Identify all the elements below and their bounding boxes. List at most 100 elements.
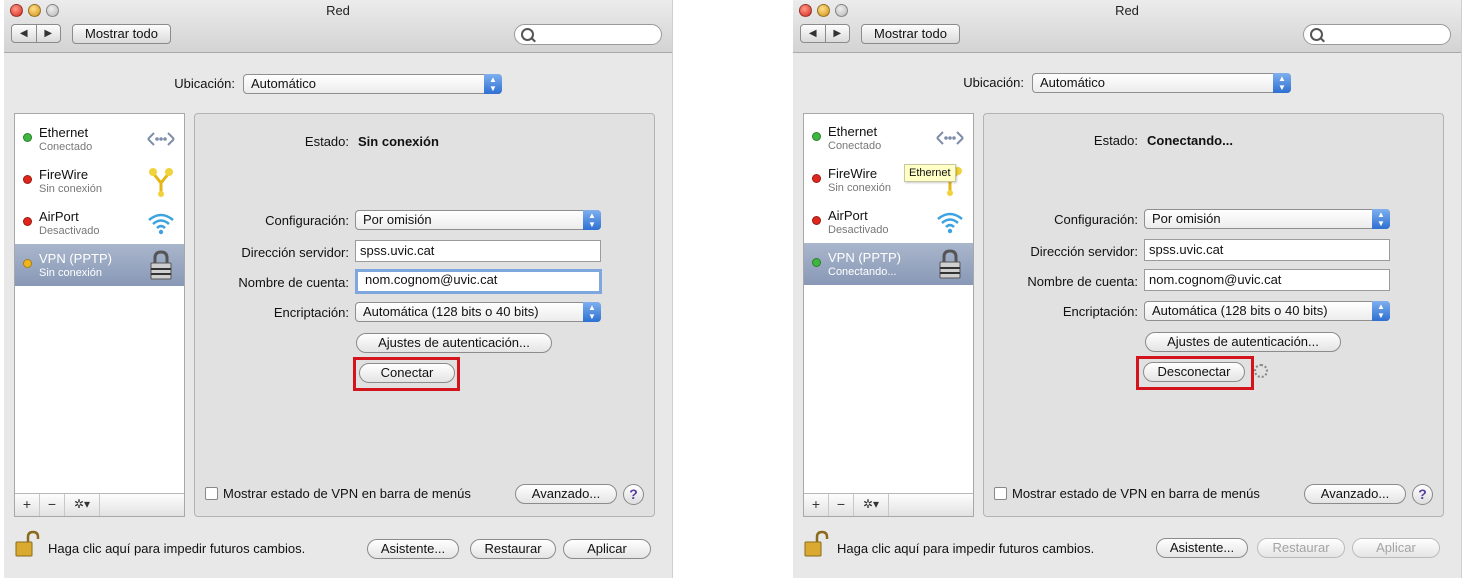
add-service-button[interactable]: +	[15, 494, 40, 516]
gear-icon[interactable]: ✲▾	[854, 494, 889, 516]
popup-arrows-icon: ▲ ▼	[583, 210, 601, 230]
forward-button[interactable]: ▶	[37, 25, 61, 42]
back-button[interactable]: ◀	[12, 25, 37, 42]
authentication-settings-button[interactable]: Ajustes de autenticación...	[356, 333, 552, 353]
popup-arrows-icon: ▲ ▼	[1372, 301, 1390, 321]
configuration-popup[interactable]: Por omisión ▲ ▼	[1144, 209, 1390, 229]
show-vpn-status-label: Mostrar estado de VPN en barra de menús	[1012, 486, 1260, 501]
remove-service-button[interactable]: −	[829, 494, 854, 516]
service-status: Desactivado	[828, 224, 889, 236]
status-label: Estado:	[1093, 133, 1138, 148]
back-forward-buttons: ◀ ▶	[800, 24, 850, 43]
remove-service-button[interactable]: −	[40, 494, 65, 516]
status-dot-red	[812, 216, 821, 225]
show-vpn-status-label: Mostrar estado de VPN en barra de menús	[223, 486, 471, 501]
disconnect-button[interactable]: Desconectar	[1143, 362, 1245, 382]
server-address-field[interactable]: spss.uvic.cat	[1144, 239, 1390, 261]
configuration-value: Por omisión	[363, 212, 432, 227]
status-dot-yellow	[23, 259, 32, 268]
help-button[interactable]: ?	[623, 484, 644, 505]
service-name: VPN (PPTP)	[39, 251, 112, 266]
lock-message: Haga clic aquí para impedir futuros camb…	[837, 541, 1095, 556]
show-vpn-status-checkbox[interactable]	[205, 487, 218, 500]
show-all-button[interactable]: Mostrar todo	[861, 24, 960, 44]
popup-arrows-icon: ▲ ▼	[583, 302, 601, 322]
location-popup[interactable]: Automático ▲ ▼	[1032, 73, 1291, 93]
service-status: Sin conexión	[828, 182, 891, 194]
service-list-toolbar: + − ✲▾	[804, 493, 973, 516]
server-address-label: Dirección servidor:	[1030, 244, 1138, 259]
title-bar: Red ◀ ▶ Mostrar todo	[4, 0, 672, 53]
forward-button[interactable]: ▶	[826, 25, 850, 42]
search-icon	[1310, 28, 1323, 41]
service-firewire[interactable]: FireWire Sin conexión	[15, 160, 184, 202]
status-value: Sin conexión	[358, 134, 439, 149]
add-service-button[interactable]: +	[804, 494, 829, 516]
service-ethernet[interactable]: Ethernet Conectado	[804, 117, 973, 159]
popup-arrows-icon: ▲ ▼	[484, 74, 502, 94]
account-name-field[interactable]: nom.cognom@uvic.cat	[355, 269, 602, 294]
gear-icon[interactable]: ✲▾	[65, 494, 100, 516]
service-vpn[interactable]: VPN (PPTP) Sin conexión	[15, 244, 184, 286]
service-list-toolbar: + − ✲▾	[15, 493, 184, 516]
lock-icon	[939, 249, 961, 279]
status-dot-green	[812, 132, 821, 141]
revert-button[interactable]: Restaurar	[470, 539, 556, 559]
server-address-label: Dirección servidor:	[241, 245, 349, 260]
search-icon	[521, 28, 534, 41]
connect-button[interactable]: Conectar	[359, 363, 455, 383]
service-list: Ethernet Conectado FireWire Sin conexión…	[14, 113, 185, 517]
lock-message: Haga clic aquí para impedir futuros camb…	[48, 541, 306, 556]
service-name: AirPort	[39, 209, 79, 224]
configuration-label: Configuración:	[1054, 212, 1138, 227]
status-dot-red	[23, 217, 32, 226]
help-button[interactable]: ?	[1412, 484, 1433, 505]
popup-arrows-icon: ▲ ▼	[1273, 73, 1291, 93]
configuration-popup[interactable]: Por omisión ▲ ▼	[355, 210, 601, 230]
encryption-value: Automática (128 bits o 40 bits)	[363, 304, 539, 319]
service-airport[interactable]: AirPort Desactivado	[804, 201, 973, 243]
ethernet-tooltip: Ethernet	[904, 164, 956, 182]
location-label: Ubicación:	[963, 75, 1024, 90]
status-dot-green	[23, 133, 32, 142]
ethernet-icon	[936, 131, 964, 145]
search-field[interactable]	[514, 24, 662, 45]
vpn-settings-panel: Estado: Sin conexión Configuración: Por …	[194, 113, 655, 517]
airport-icon	[937, 212, 963, 234]
apply-button[interactable]: Aplicar	[563, 539, 651, 559]
back-forward-buttons: ◀ ▶	[11, 24, 61, 43]
authentication-settings-button[interactable]: Ajustes de autenticación...	[1145, 332, 1341, 352]
encryption-popup[interactable]: Automática (128 bits o 40 bits) ▲ ▼	[355, 302, 601, 322]
advanced-button[interactable]: Avanzado...	[515, 484, 617, 504]
show-all-button[interactable]: Mostrar todo	[72, 24, 171, 44]
encryption-popup[interactable]: Automática (128 bits o 40 bits) ▲ ▼	[1144, 301, 1390, 321]
lock-icon[interactable]	[14, 530, 40, 558]
service-status: Conectado	[39, 141, 93, 153]
firewire-icon	[149, 168, 173, 197]
assistant-button[interactable]: Asistente...	[1156, 538, 1248, 558]
search-field[interactable]	[1303, 24, 1451, 45]
vpn-settings-panel: Estado: Conectando... Configuración: Por…	[983, 113, 1444, 517]
window-title: Red	[1115, 3, 1139, 18]
show-vpn-status-checkbox[interactable]	[994, 487, 1007, 500]
back-button[interactable]: ◀	[801, 25, 826, 42]
server-address-field[interactable]: spss.uvic.cat	[355, 240, 601, 262]
status-dot-green	[812, 258, 821, 267]
service-airport[interactable]: AirPort Desactivado	[15, 202, 184, 244]
network-window-connecting: Red ◀ ▶ Mostrar todo Ubicación: Automáti…	[793, 0, 1462, 578]
location-popup[interactable]: Automático ▲ ▼	[243, 74, 502, 94]
service-name: FireWire	[39, 167, 89, 182]
location-value: Automático	[251, 76, 317, 91]
window-title: Red	[326, 3, 350, 18]
revert-button[interactable]: Restaurar	[1257, 538, 1345, 558]
encryption-value: Automática (128 bits o 40 bits)	[1152, 303, 1328, 318]
advanced-button[interactable]: Avanzado...	[1304, 484, 1406, 504]
assistant-button[interactable]: Asistente...	[367, 539, 459, 559]
account-name-field[interactable]: nom.cognom@uvic.cat	[1144, 269, 1390, 291]
apply-button[interactable]: Aplicar	[1352, 538, 1440, 558]
service-vpn[interactable]: VPN (PPTP) Conectando...	[804, 243, 973, 285]
lock-icon[interactable]	[803, 530, 829, 558]
service-ethernet[interactable]: Ethernet Conectado	[15, 118, 184, 160]
popup-arrows-icon: ▲ ▼	[1372, 209, 1390, 229]
service-status: Sin conexión	[39, 183, 102, 195]
